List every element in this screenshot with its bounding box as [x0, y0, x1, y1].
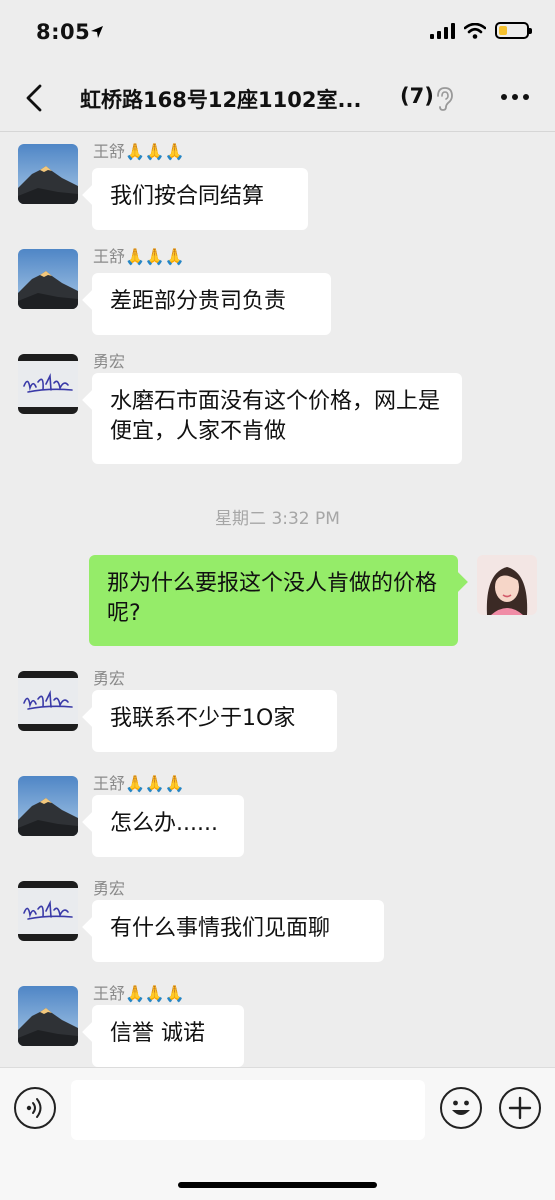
mountain-avatar[interactable]: [18, 144, 78, 204]
battery-level: [499, 26, 507, 35]
sender-name: 勇宏: [93, 669, 126, 688]
chat-header: 虹桥路168号12座1102室... (7): [0, 66, 555, 132]
time-separator: 星期二 3:32 PM: [215, 509, 340, 529]
add-button[interactable]: [499, 1087, 541, 1129]
member-count: (7): [400, 84, 434, 108]
status-indicators: [430, 22, 532, 39]
message-list[interactable]: 王舒🙏🙏🙏 我们按合同结算 王舒🙏🙏🙏 差距部分贵司负责 勇宏 水磨石市面没有这个价格，网…: [0, 132, 555, 1067]
message-row: 王舒🙏🙏🙏 怎么办......: [0, 772, 555, 857]
mountain-avatar[interactable]: [18, 249, 78, 309]
message-bubble[interactable]: 那为什么要报这个没人肯做的价格呢?: [89, 555, 458, 646]
message-bubble[interactable]: 信誉 诚诺: [92, 1005, 244, 1067]
girl-avatar[interactable]: [477, 555, 537, 615]
status-time: 8:05: [36, 20, 91, 44]
ear-icon: [437, 87, 453, 111]
chevron-left-icon: [26, 84, 42, 112]
sender-name: 勇宏: [93, 352, 126, 371]
back-button[interactable]: [18, 80, 54, 116]
voice-icon: [26, 1098, 42, 1118]
status-bar: 8:05: [0, 0, 555, 66]
message-row: 勇宏水磨石市面没有这个价格，网上是便宜，人家不肯做: [0, 350, 555, 464]
mountain-avatar[interactable]: [18, 776, 78, 836]
plus-icon: [508, 1096, 532, 1120]
message-bubble[interactable]: 水磨石市面没有这个价格，网上是便宜，人家不肯做: [92, 373, 462, 464]
chat-title: 虹桥路168号12座1102室...: [80, 88, 362, 112]
sender-name: 勇宏: [93, 879, 126, 898]
message-row: 王舒🙏🙏🙏 信誉 诚诺: [0, 982, 555, 1067]
mountain-avatar[interactable]: [18, 986, 78, 1046]
emoji-button[interactable]: [440, 1087, 482, 1129]
message-bubble[interactable]: 有什么事情我们见面聊: [92, 900, 384, 962]
emoji-icon: [452, 1100, 470, 1115]
more-icon: [501, 94, 507, 100]
home-indicator: [178, 1182, 377, 1188]
message-row: 那为什么要报这个没人肯做的价格呢?: [0, 555, 555, 646]
more-button[interactable]: [501, 94, 529, 100]
message-bubble[interactable]: 我们按合同结算: [92, 168, 308, 230]
cellular-signal-icon: [430, 22, 455, 39]
battery-icon: [495, 22, 532, 39]
message-row: 勇宏有什么事情我们见面聊: [0, 877, 555, 962]
sender-name: 王舒🙏🙏🙏: [93, 247, 185, 266]
signature-avatar[interactable]: [18, 881, 78, 941]
message-row: 勇宏我联系不少于1O家: [0, 667, 555, 752]
input-bar: [0, 1067, 555, 1200]
sender-name: 王舒🙏🙏🙏: [93, 984, 185, 1003]
voice-button[interactable]: [14, 1087, 56, 1129]
signature-avatar[interactable]: [18, 354, 78, 414]
wifi-icon: [464, 22, 486, 39]
message-input[interactable]: [71, 1080, 425, 1140]
message-bubble[interactable]: 我联系不少于1O家: [92, 690, 337, 752]
signature-avatar[interactable]: [18, 671, 78, 731]
message-row: 王舒🙏🙏🙏 我们按合同结算: [0, 140, 555, 230]
location-arrow-icon: [91, 26, 103, 38]
sender-name: 王舒🙏🙏🙏: [93, 774, 185, 793]
message-row: 王舒🙏🙏🙏 差距部分贵司负责: [0, 245, 555, 335]
sender-name: 王舒🙏🙏🙏: [93, 142, 185, 161]
message-bubble[interactable]: 差距部分贵司负责: [92, 273, 331, 335]
message-bubble[interactable]: 怎么办......: [92, 795, 244, 857]
